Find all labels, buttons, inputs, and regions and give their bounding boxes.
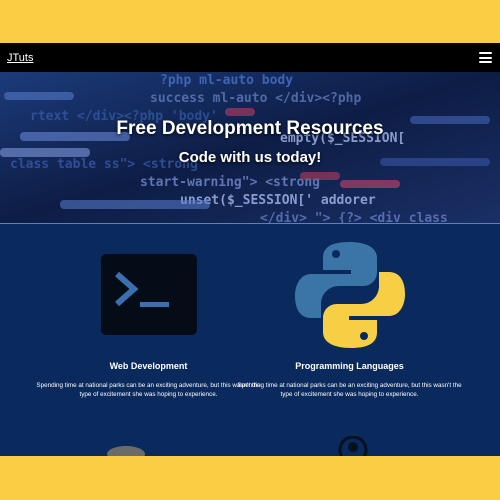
site-frame: JTuts ?php ml-auto body success ml-auto … [0,43,500,456]
card-title: Web Development [109,361,188,371]
python-icon [295,242,405,348]
hero-divider [0,223,500,224]
database-icon [107,446,145,456]
navbar: JTuts [0,43,500,72]
card-programming-languages: Programming Languages Spending time at n… [237,361,462,399]
hero-title: Free Development Resources [116,118,384,139]
card-title: Programming Languages [295,361,404,371]
menu-toggle-icon[interactable] [479,52,492,63]
hero-banner: ?php ml-auto body success ml-auto </div>… [0,72,500,223]
card-text: Spending time at national parks can be a… [36,382,261,398]
card-web-development: Web Development Spending time at nationa… [36,361,261,399]
user-icon [338,436,368,456]
card-text: Spending time at national parks can be a… [237,382,462,398]
brand-link[interactable]: JTuts [7,52,34,64]
svg-text:?php ml-auto body: ?php ml-auto body [160,73,293,88]
svg-text:start-warning"> <strong: start-warning"> <strong [140,175,320,190]
svg-text:</div> "> {?> <div class: </div> "> {?> <div class [260,211,448,223]
svg-text:success ml-auto </div><?php: success ml-auto </div><?php [150,91,361,106]
terminal-icon [101,254,197,335]
hero-subtitle: Code with us today! [178,149,322,166]
code-background-image: ?php ml-auto body success ml-auto </div>… [0,72,500,223]
